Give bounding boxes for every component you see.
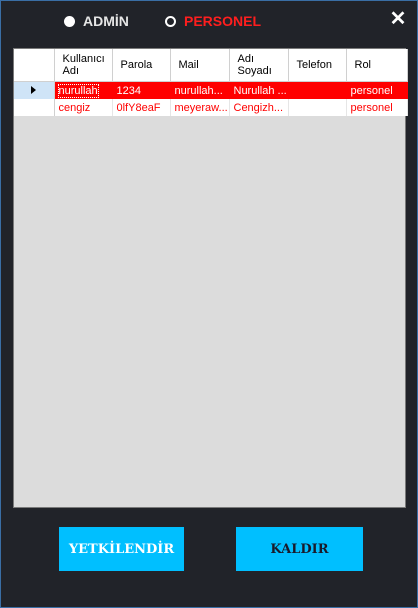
column-header-fullname[interactable]: Adı Soyadı (229, 49, 289, 82)
row-header-corner (14, 49, 55, 82)
table-cell[interactable] (288, 99, 347, 116)
current-row-arrow-icon (31, 85, 37, 94)
table-cell[interactable]: 0lfY8eaF (112, 99, 171, 116)
table-cell[interactable]: 1234 (112, 81, 171, 99)
close-icon: ✕ (389, 8, 407, 30)
table-cell[interactable]: meyeraw... (170, 99, 230, 116)
personel-radio[interactable]: PERSONEL (165, 13, 261, 29)
authorize-button[interactable]: YETKİLENDİR (59, 527, 184, 571)
personel-radio-label: PERSONEL (184, 13, 262, 29)
table-cell[interactable]: Cengizh... (229, 99, 289, 116)
row-header[interactable] (14, 99, 55, 116)
table-cell[interactable] (288, 81, 347, 99)
radio-checked-icon (64, 15, 75, 27)
row-header[interactable] (14, 81, 55, 99)
table-cell[interactable]: personel (346, 99, 408, 116)
table-cell[interactable]: nurullah... (170, 81, 230, 99)
users-grid[interactable]: Kullanıcı Adı Parola Mail Adı Soyadı Telef… (13, 48, 408, 508)
table-cell[interactable]: cengiz (54, 99, 113, 116)
table-cell[interactable]: personel (346, 81, 408, 99)
radio-unchecked-icon (165, 15, 176, 27)
app-window: ADMİN PERSONEL ✕ Kullanıcı Adı Parola Mai… (0, 0, 418, 608)
admin-radio-label: ADMİN (83, 13, 129, 29)
column-header-password[interactable]: Parola (112, 49, 171, 82)
table-header-row: Kullanıcı Adı Parola Mail Adı Soyadı Telef… (14, 49, 408, 82)
users-table: Kullanıcı Adı Parola Mail Adı Soyadı Telef… (14, 49, 408, 116)
remove-button[interactable]: KALDIR (236, 527, 363, 571)
table-cell[interactable]: nurullah (54, 81, 113, 99)
column-header-phone[interactable]: Telefon (288, 49, 347, 82)
table-cell[interactable]: Nurullah ... (229, 81, 289, 99)
column-header-role[interactable]: Rol (346, 49, 408, 82)
column-header-username[interactable]: Kullanıcı Adı (54, 49, 113, 82)
admin-radio[interactable]: ADMİN (64, 13, 129, 29)
close-button[interactable]: ✕ (389, 8, 407, 30)
table-row[interactable]: cengiz 0lfY8eaF meyeraw... Cengizh... pe… (14, 99, 408, 116)
role-selector: ADMİN PERSONEL (1, 13, 417, 31)
table-row[interactable]: nurullah 1234 nurullah... Nurullah ... p… (14, 81, 408, 99)
column-header-mail[interactable]: Mail (170, 49, 230, 82)
